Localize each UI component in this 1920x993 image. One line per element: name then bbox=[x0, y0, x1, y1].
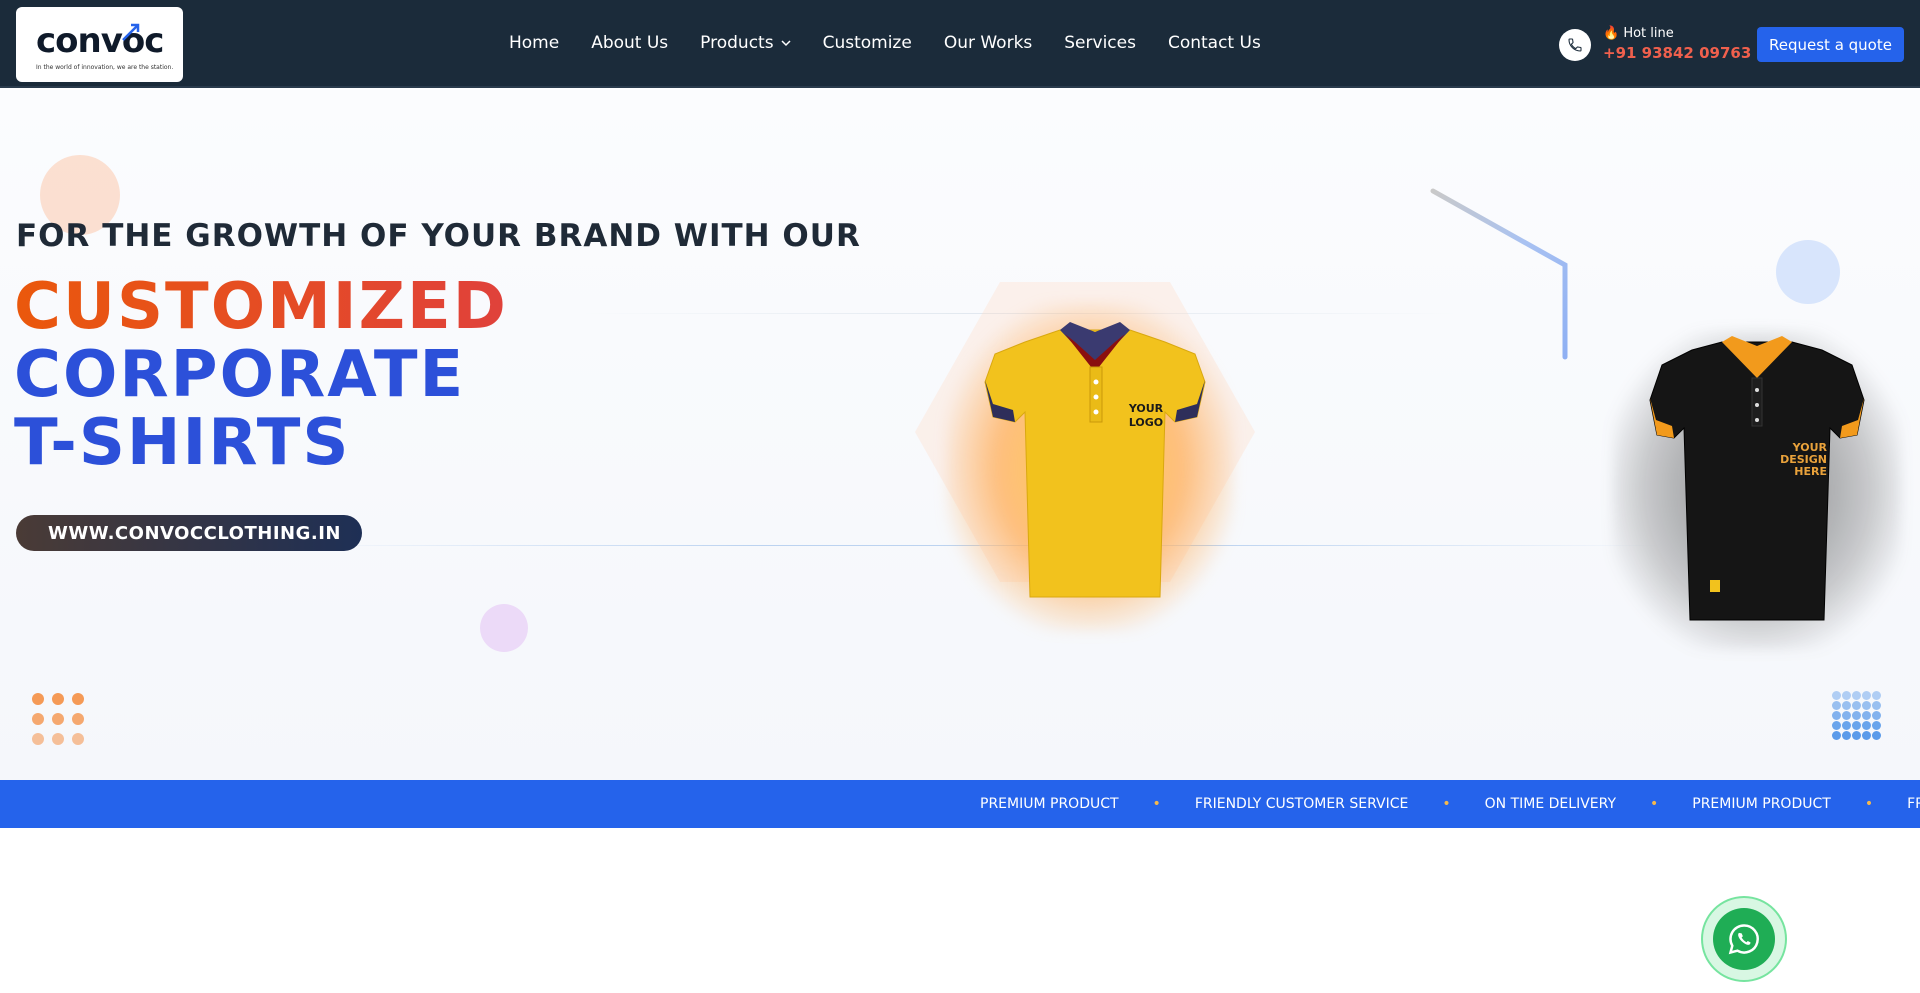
ticker-item: PREMIUM PRODUCT bbox=[980, 796, 1119, 812]
whatsapp-icon bbox=[1728, 924, 1759, 955]
nav-services-label: Services bbox=[1064, 33, 1136, 53]
ticker-item: ON TIME DELIVERY bbox=[1484, 796, 1616, 812]
nav-products[interactable]: Products bbox=[700, 33, 791, 53]
hero-headline-line2: CORPORATE bbox=[14, 338, 466, 412]
ticker-separator: • bbox=[1864, 796, 1874, 812]
nav-about[interactable]: About Us bbox=[591, 33, 668, 53]
nav-contact-label: Contact Us bbox=[1167, 33, 1261, 53]
nav-products-label: Products bbox=[700, 33, 774, 53]
brand-logo[interactable]: convoc In the world of innovation, we ar… bbox=[16, 7, 183, 82]
nav-our-works[interactable]: Our Works bbox=[944, 33, 1032, 53]
site-header: convoc In the world of innovation, we ar… bbox=[0, 0, 1920, 88]
hero-tagline: FOR THE GROWTH OF YOUR BRAND WITH OUR bbox=[16, 218, 861, 254]
black-polo-image: YOUR DESIGN HERE bbox=[1612, 330, 1902, 650]
decor-circle-blue bbox=[1776, 240, 1840, 304]
nav-about-label: About Us bbox=[591, 33, 669, 53]
feature-ticker: PREMIUM PRODUCT • FRIENDLY CUSTOMER SERV… bbox=[0, 780, 1920, 828]
ticker-item: FRIENDLY CUSTOMER SERVICE bbox=[1194, 796, 1409, 812]
nav-home[interactable]: Home bbox=[509, 33, 559, 53]
ticker-separator: • bbox=[1152, 796, 1161, 812]
ticker-item: PREMIUM PRODUCT bbox=[1692, 796, 1831, 812]
ticker-item: FRIENDLY CUSTOMER SERVICE bbox=[1907, 796, 1920, 812]
ticker-separator: • bbox=[1442, 796, 1451, 812]
nav-home-label: Home bbox=[509, 33, 560, 53]
yellow-polo-image: YOUR LOGO bbox=[915, 282, 1255, 642]
main-nav: Home About Us Products Customize Our Wor… bbox=[509, 33, 1293, 53]
ticker-separator: • bbox=[1650, 796, 1659, 812]
chevron-down-icon bbox=[781, 40, 791, 47]
decor-circle-purple bbox=[480, 604, 528, 652]
nav-contact[interactable]: Contact Us bbox=[1168, 33, 1261, 53]
nav-services[interactable]: Services bbox=[1064, 33, 1136, 53]
yellow-shirt-logo-text: YOUR LOGO bbox=[1128, 402, 1164, 429]
nav-customize[interactable]: Customize bbox=[823, 33, 912, 53]
black-shirt-design-text: YOUR DESIGN HERE bbox=[1780, 441, 1827, 478]
website-link-button[interactable]: WWW.CONVOCCLOTHING.IN bbox=[16, 515, 362, 551]
decor-dots-orange bbox=[32, 693, 84, 745]
hero-headline-line1: CUSTOMIZED bbox=[14, 270, 508, 344]
hero-headline-line3: T-SHIRTS bbox=[14, 406, 351, 480]
hotline-number[interactable]: +91 93842 09763 bbox=[1603, 44, 1751, 62]
brand-name: convoc bbox=[36, 21, 164, 61]
brand-tagline: In the world of innovation, we are the s… bbox=[36, 64, 174, 71]
decor-dots-blue bbox=[1832, 691, 1881, 740]
hotline-label: 🔥 Hot line bbox=[1603, 26, 1674, 41]
nav-our-works-label: Our Works bbox=[943, 33, 1033, 53]
phone-icon[interactable] bbox=[1559, 29, 1591, 61]
whatsapp-chat-button[interactable] bbox=[1701, 896, 1787, 982]
nav-customize-label: Customize bbox=[822, 33, 912, 53]
logo-arrow-icon bbox=[122, 23, 140, 41]
request-quote-button[interactable]: Request a quote bbox=[1757, 27, 1904, 62]
decor-angle-line bbox=[1430, 188, 1568, 360]
hero-section: FOR THE GROWTH OF YOUR BRAND WITH OUR CU… bbox=[0, 90, 1920, 780]
